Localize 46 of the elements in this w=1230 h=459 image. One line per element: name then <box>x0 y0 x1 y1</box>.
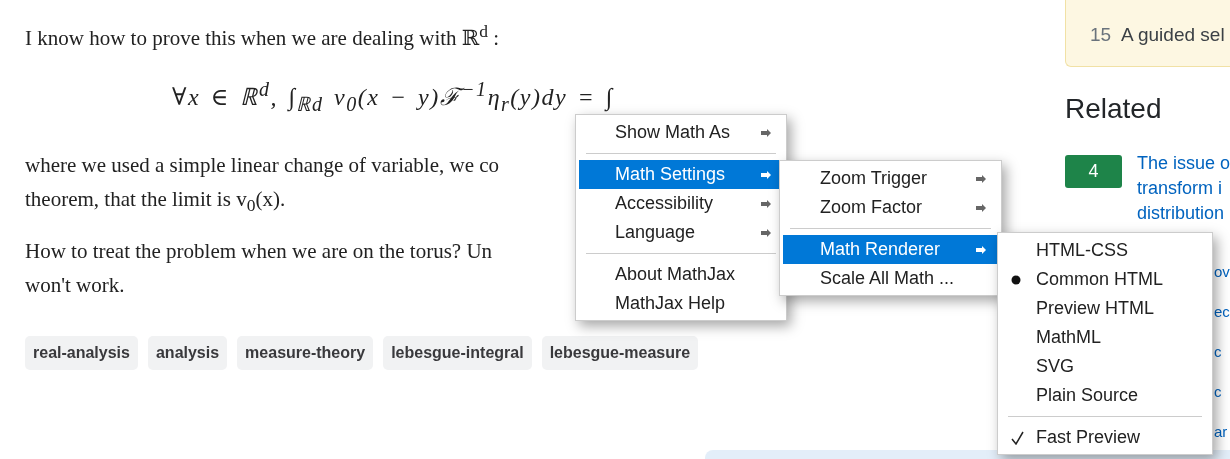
related-link[interactable]: The issue o <box>1136 151 1230 176</box>
formula: ∀x ∈ ℝ$^{d}$, ∫$_{ℝd}$ v$_{0}$(x − y)ℱ$^{−1}$η$_{r}$(y)dy = ∫ <box>172 77 614 117</box>
tag[interactable]: real-analysis <box>25 336 138 370</box>
menu-item[interactable]: Preview HTML <box>1001 294 1209 323</box>
featured-link[interactable]: A guided sel <box>1121 24 1225 46</box>
menu-item[interactable]: MathJax Help <box>579 289 783 318</box>
score-badge: 4 <box>1064 155 1122 188</box>
menu-item[interactable]: HTML-CSS <box>1001 236 1209 265</box>
answer-count: 15 <box>1089 24 1112 46</box>
tag[interactable]: measure-theory <box>237 336 374 370</box>
submenu-arrow-icon <box>761 200 771 208</box>
menu-item[interactable]: Common HTML <box>1001 265 1209 294</box>
submenu-arrow-icon <box>976 204 986 212</box>
paragraph-line: theorem, that the limit is v$_{0}$(x). <box>25 185 286 217</box>
menu-item[interactable]: Accessibility <box>579 189 783 218</box>
paragraph-line: where we used a simple linear change of variable, we co <box>25 151 500 179</box>
tag[interactable]: lebesgue-integral <box>383 336 532 370</box>
submenu-arrow-icon <box>761 229 771 237</box>
menu-item[interactable]: Zoom Trigger <box>783 164 998 193</box>
related-link[interactable]: ec <box>1214 292 1230 332</box>
menu-item[interactable]: Fast Preview <box>1001 423 1209 452</box>
paragraph-line: won't work. <box>25 272 125 299</box>
menu-item[interactable]: Math Renderer <box>783 235 998 264</box>
menu-item[interactable]: Zoom Factor <box>783 193 998 222</box>
menu-item[interactable]: About MathJax <box>579 260 783 289</box>
menu-item[interactable]: Scale All Math ... <box>783 264 998 293</box>
submenu-arrow-icon <box>976 246 986 254</box>
related-link[interactable]: ov <box>1214 252 1230 292</box>
menu-item[interactable]: SVG <box>1001 352 1209 381</box>
tag[interactable]: lebesgue-measure <box>541 336 699 370</box>
menu-item[interactable]: MathML <box>1001 323 1209 352</box>
submenu-arrow-icon <box>976 175 986 183</box>
menu-item[interactable]: Show Math As <box>579 118 783 147</box>
submenu-arrow-icon <box>761 129 771 137</box>
paragraph-line: How to treat the problem when we are on the torus? Un <box>25 238 493 265</box>
submenu-arrow-icon <box>761 171 771 179</box>
related-heading: Related <box>1064 93 1163 126</box>
related-link[interactable]: c <box>1214 332 1222 372</box>
related-link[interactable]: c <box>1214 372 1222 412</box>
related-link[interactable]: transform i <box>1136 176 1230 201</box>
intro-text: I know how to prove this when we are dealing with ℝ$^{d}$ : <box>25 20 500 52</box>
menu-item[interactable]: Language <box>579 218 783 247</box>
menu-item[interactable]: Plain Source <box>1001 381 1209 410</box>
tag[interactable]: analysis <box>147 336 228 370</box>
related-link[interactable]: ar <box>1214 412 1228 452</box>
related-link[interactable]: distribution <box>1136 201 1230 226</box>
